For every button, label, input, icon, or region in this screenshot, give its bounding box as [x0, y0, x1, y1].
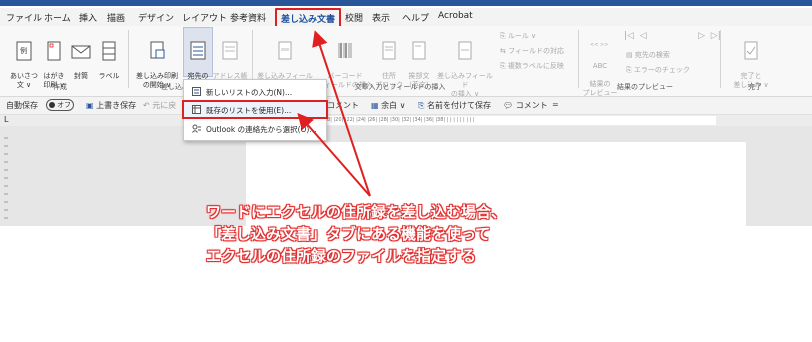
insert-field-icon	[434, 41, 496, 61]
margin-button[interactable]: ▦ 余白 ∨	[371, 100, 406, 111]
annotation-line-3: エクセルの住所録のファイルを指定する	[206, 247, 477, 265]
group-label-create: 作成	[53, 83, 67, 91]
rules-icon: ⎘	[500, 32, 508, 40]
title-bar-strip	[0, 0, 812, 6]
highlight-fields-icon	[254, 41, 316, 61]
save-icon: ▣	[86, 101, 94, 110]
rules-button[interactable]: ⎘ ルール ∨	[500, 31, 536, 41]
update-labels-label: 複数ラベルに反映	[507, 62, 564, 70]
next-record-icon[interactable]: ▷	[698, 31, 705, 41]
new-list-label: 新しいリストの入力(N)...	[206, 88, 293, 97]
comment-icon: 💬︎	[503, 101, 514, 110]
group-separator	[720, 30, 721, 88]
toggle-knob	[49, 102, 55, 108]
prev-record-icon[interactable]: ◁	[640, 31, 647, 41]
find-recipient-button[interactable]: ▤ 宛先の検索	[626, 50, 670, 60]
margin-icon: ▦	[371, 101, 379, 110]
match-fields-button[interactable]: ⇆ フィールドの対応	[500, 46, 564, 56]
update-labels-button[interactable]: ⎘ 複数ラベルに反映	[500, 61, 564, 71]
existing-list-label: 既存のリストを使用(E)...	[206, 106, 292, 115]
undo-icon: ↶	[143, 101, 150, 110]
tab-home[interactable]: ホーム	[44, 11, 71, 24]
find-recipient-label: 宛先の検索	[634, 51, 670, 59]
match-fields-label: フィールドの対応	[508, 47, 564, 55]
update-labels-icon: ⎘	[500, 62, 508, 70]
find-recipient-icon: ▤	[626, 51, 635, 59]
menu-item-outlook-contacts[interactable]: Outlook の連絡先から選択(O)...	[184, 121, 326, 136]
toggle-switch[interactable]: オフ	[46, 99, 74, 111]
toggle-state: オフ	[57, 101, 71, 109]
annotation-line-2: 「差し込み文書」タブにある機能を使って	[206, 225, 491, 243]
preview-abc-icon: << >>	[582, 41, 618, 51]
record-navigation[interactable]: |◁ ◁ ▷ ▷|	[624, 31, 721, 41]
margin-label: 余白 ∨	[381, 101, 406, 110]
svg-text:<< >>: << >>	[590, 42, 608, 48]
mail-merge-doc-icon	[134, 41, 180, 61]
group-separator	[128, 30, 129, 88]
rules-label: ルール ∨	[507, 32, 537, 40]
customize-qat-button[interactable]: =	[552, 100, 559, 109]
existing-list-icon	[192, 105, 201, 114]
envelopes-button[interactable]: 封筒	[70, 32, 92, 81]
check-errors-label: エラーのチェック	[633, 66, 690, 74]
autosave-label: 自動保存	[6, 101, 38, 110]
match-fields-icon: ⇆	[500, 47, 509, 55]
greeting-line-icon	[404, 41, 434, 61]
tab-acrobat[interactable]: Acrobat	[438, 11, 473, 21]
tab-draw[interactable]: 描画	[107, 11, 125, 24]
new-list-icon	[192, 87, 201, 96]
svg-text:例: 例	[20, 46, 27, 55]
tab-layout[interactable]: レイアウト	[182, 11, 227, 24]
annotation-line-1: ワードにエクセルの住所録を差し込む場合、	[206, 203, 507, 221]
barcode-icon	[316, 41, 374, 61]
save-as-label: 名前を付けて保存	[426, 101, 491, 110]
tab-view[interactable]: 表示	[372, 11, 390, 24]
recipients-list-icon	[183, 41, 213, 61]
vertical-ruler	[4, 137, 8, 219]
preview-abc-text: ABC	[592, 62, 608, 70]
envelopes-label: 封筒	[74, 72, 88, 80]
menu-item-new-list[interactable]: 新しいリストの入力(N)...	[184, 84, 326, 99]
tab-references[interactable]: 参考資料	[230, 11, 266, 24]
autosave-toggle[interactable]: オフ	[44, 99, 76, 111]
labels-label: ラベル	[98, 72, 120, 80]
tab-insert[interactable]: 挿入	[79, 11, 97, 24]
check-errors-icon: ⎘	[626, 66, 634, 74]
menu-item-use-existing-list[interactable]: 既存のリストを使用(E)...	[182, 100, 328, 119]
tab-file[interactable]: ファイル	[6, 11, 42, 24]
qat-comment-label: コメント	[327, 101, 359, 110]
labels-button[interactable]: ラベル	[96, 32, 122, 81]
save-button[interactable]: ▣ 上書き保存	[86, 100, 136, 111]
check-errors-button[interactable]: ⎘ エラーのチェック	[626, 65, 690, 75]
tab-design[interactable]: デザイン	[138, 11, 174, 24]
envelope-icon	[70, 41, 92, 61]
ribbon-tabs: ファイル ホーム 挿入 描画 デザイン レイアウト 参考資料 差し込み文書 校閲…	[0, 8, 812, 30]
select-recipients-dropdown: 新しいリストの入力(N)... 既存のリストを使用(E)... Outlook …	[182, 79, 328, 141]
undo-button[interactable]: ↶ 元に戻	[143, 100, 176, 111]
first-record-icon[interactable]: |◁	[624, 31, 634, 41]
save-label: 上書き保存	[96, 101, 137, 110]
save-as-button[interactable]: ⎘ 名前を付けて保存	[418, 100, 491, 111]
contacts-icon	[192, 124, 201, 133]
postcard-icon	[40, 41, 68, 61]
tab-stop-selector[interactable]: L	[4, 115, 8, 124]
outlook-contacts-label: Outlook の連絡先から選択(O)...	[206, 125, 317, 134]
address-block-icon	[374, 41, 404, 61]
labels-icon	[96, 41, 122, 61]
group-separator	[578, 30, 579, 88]
group-label-finish: 完了	[748, 83, 762, 91]
undo-label: 元に戻	[152, 101, 177, 110]
edit-list-icon	[212, 41, 248, 61]
greeting-doc-icon: 例	[8, 41, 40, 61]
tab-help[interactable]: ヘルプ	[402, 11, 429, 24]
save-as-icon: ⎘	[418, 101, 425, 110]
qat-comment-button[interactable]: コメント	[327, 100, 359, 111]
group-label-preview: 結果のプレビュー	[617, 83, 673, 91]
group-label-fields: 文章入力とフィールドの挿入	[354, 83, 446, 91]
tab-review[interactable]: 校閲	[345, 11, 363, 24]
finish-merge-icon	[726, 41, 776, 61]
qat-comment2-button[interactable]: 💬︎ コメント	[503, 100, 548, 111]
annotation-callout: ワードにエクセルの住所録を差し込む場合、 「差し込み文書」タブにある機能を使って…	[206, 201, 506, 267]
qat-comment2-label: コメント	[515, 101, 548, 110]
